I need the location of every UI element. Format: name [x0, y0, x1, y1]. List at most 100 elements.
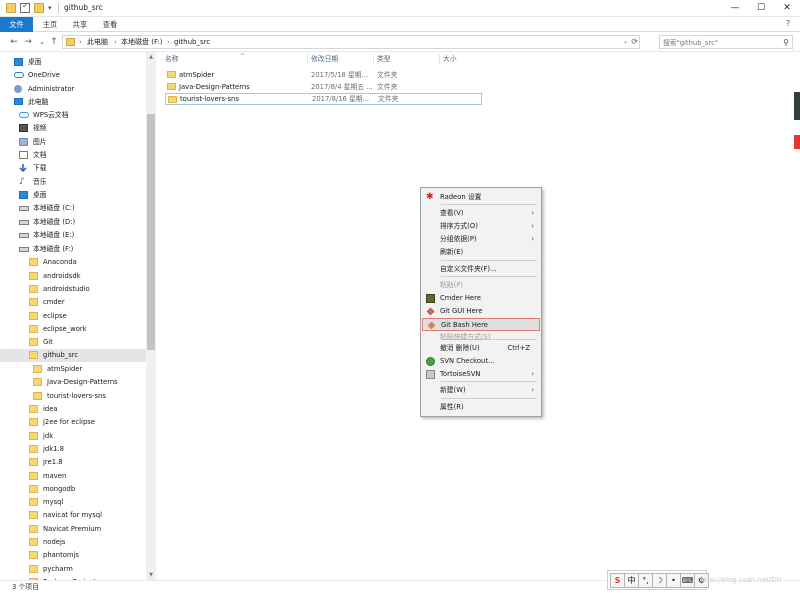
tab-home[interactable]: 主页	[37, 17, 63, 32]
tab-share[interactable]: 共享	[67, 17, 93, 32]
sidebar-item[interactable]: 桌面	[0, 56, 146, 69]
sidebar-item[interactable]: idea	[0, 403, 146, 416]
column-divider[interactable]	[307, 54, 308, 65]
sidebar-item[interactable]: jdk1.8	[0, 443, 146, 456]
sidebar-item[interactable]: Git	[0, 336, 146, 349]
refresh-icon[interactable]: ⟳	[631, 36, 638, 48]
sidebar-item[interactable]: 图片	[0, 136, 146, 149]
address-dropdown-icon[interactable]: ⌄	[623, 36, 628, 48]
sidebar-item[interactable]: 视频	[0, 122, 146, 135]
column-divider[interactable]	[373, 54, 374, 65]
sidebar-item[interactable]: atmSpider	[0, 363, 146, 376]
sidebar-item[interactable]: jdk	[0, 430, 146, 443]
sidebar-item[interactable]: tourist-lovers-sns	[0, 390, 146, 403]
sidebar-item[interactable]: Anaconda	[0, 256, 146, 269]
sidebar-item[interactable]: mysql	[0, 496, 146, 509]
sidebar-item[interactable]: 本地磁盘 (F:)	[0, 243, 146, 256]
forward-button[interactable]: →	[22, 35, 34, 49]
navigation-scrollbar[interactable]: ▲ ▼	[146, 52, 156, 580]
breadcrumb-github-src[interactable]: github_src	[174, 37, 210, 48]
address-bar[interactable]: › 此电脑 › 本地磁盘 (F:) › github_src ⌄ ⟳	[62, 35, 640, 49]
breadcrumb-separator[interactable]: ›	[114, 37, 117, 48]
new-folder-icon[interactable]	[34, 3, 44, 13]
search-box[interactable]: ⚲	[659, 35, 793, 49]
scroll-up-arrow[interactable]: ▲	[146, 53, 156, 61]
sidebar-item[interactable]: cmder	[0, 296, 146, 309]
menu-item[interactable]: 属性(R)	[422, 401, 540, 414]
file-row[interactable]: tourist-lovers-sns 2017/8/16 星期... 文件夹	[165, 93, 482, 105]
sidebar-item[interactable]: androidstudio	[0, 283, 146, 296]
sidebar-item[interactable]: Administrator	[0, 83, 146, 96]
menu-item[interactable]: 新建(W) ›	[422, 384, 540, 397]
menu-item[interactable]: 排序方式(O) ›	[422, 220, 540, 233]
sidebar-item[interactable]: maven	[0, 470, 146, 483]
column-header-size[interactable]: 大小	[443, 54, 487, 65]
tab-view[interactable]: 查看	[97, 17, 123, 32]
menu-item[interactable]: Cmder Here	[422, 292, 540, 305]
sidebar-item[interactable]: 此电脑	[0, 96, 146, 109]
menu-item[interactable]: 分组依据(P) ›	[422, 233, 540, 246]
chinese-mode-icon[interactable]: 中	[624, 573, 639, 588]
folder-icon[interactable]	[6, 3, 16, 13]
sogou-icon[interactable]: S	[610, 573, 625, 588]
breadcrumb-drive-f[interactable]: 本地磁盘 (F:)	[121, 37, 163, 48]
sidebar-item[interactable]: WPS云文档	[0, 109, 146, 122]
sidebar-item[interactable]: 桌面	[0, 189, 146, 202]
maximize-button[interactable]: ☐	[748, 0, 774, 17]
sidebar-item[interactable]: mongodb	[0, 483, 146, 496]
navigation-pane[interactable]: 桌面 OneDrive Administrator 此电脑 WPS云文档 视频 图片 文档 下载…	[0, 52, 156, 580]
menu-item[interactable]: ✱ Radeon 设置	[422, 191, 540, 204]
sidebar-item[interactable]: 本地磁盘 (D:)	[0, 216, 146, 229]
keyboard-icon[interactable]: ⌨	[680, 573, 695, 588]
help-icon[interactable]: ?	[782, 18, 794, 30]
customize-toolbar-caret[interactable]: ▾	[48, 3, 54, 13]
menu-item[interactable]: SVN Checkout...	[422, 355, 540, 368]
column-header-date[interactable]: 修改日期	[311, 54, 375, 65]
sidebar-item[interactable]: nodejs	[0, 536, 146, 549]
sidebar-item[interactable]: ♪ 音乐	[0, 176, 146, 189]
menu-item[interactable]: Git GUI Here	[422, 305, 540, 318]
sidebar-item[interactable]: eclipse	[0, 310, 146, 323]
sidebar-item[interactable]: 文档	[0, 149, 146, 162]
column-divider[interactable]	[439, 54, 440, 65]
punctuation-icon[interactable]: °,	[638, 573, 653, 588]
breadcrumb-this-pc[interactable]: 此电脑	[87, 37, 108, 48]
sidebar-item[interactable]: 下载	[0, 162, 146, 175]
sidebar-item[interactable]: 本地磁盘 (E:)	[0, 229, 146, 242]
back-button[interactable]: ←	[8, 35, 20, 49]
file-row[interactable]: atmSpider 2017/5/18 星期... 文件夹	[165, 69, 482, 81]
scroll-down-arrow[interactable]: ▼	[146, 571, 156, 579]
moon-icon[interactable]: ☽	[652, 573, 667, 588]
file-row[interactable]: Java-Design-Patterns 2017/8/4 星期五 ... 文件…	[165, 81, 482, 93]
menu-item[interactable]: 撤消 删除(U) Ctrl+Z	[422, 342, 540, 355]
sidebar-item[interactable]: github_src	[0, 349, 146, 362]
menu-item[interactable]: 自定义文件夹(F)...	[422, 263, 540, 276]
tab-file[interactable]: 文件	[0, 17, 33, 32]
sidebar-item[interactable]: Java-Design-Patterns	[0, 376, 146, 389]
sidebar-item[interactable]: pycharm	[0, 563, 146, 576]
sidebar-item[interactable]: navicat for mysql	[0, 509, 146, 522]
sidebar-item[interactable]: androidsdk	[0, 270, 146, 283]
close-button[interactable]: ✕	[774, 0, 800, 17]
column-header-type[interactable]: 类型	[377, 54, 439, 65]
sidebar-item[interactable]: j2ee for eclipse	[0, 416, 146, 429]
properties-icon[interactable]	[20, 1, 30, 13]
title-bar[interactable]: ▾ github_src — ☐ ✕	[0, 0, 800, 17]
search-icon[interactable]: ⚲	[783, 37, 789, 48]
breadcrumb-separator[interactable]: ›	[167, 37, 170, 48]
minimize-button[interactable]: —	[722, 0, 748, 17]
sidebar-item[interactable]: OneDrive	[0, 69, 146, 82]
sidebar-item[interactable]: 本地磁盘 (C:)	[0, 202, 146, 215]
up-button[interactable]: ↑	[48, 35, 60, 49]
menu-item[interactable]: Git Bash Here	[422, 318, 540, 331]
dot-icon[interactable]: •	[666, 573, 681, 588]
scroll-thumb[interactable]	[147, 114, 155, 350]
breadcrumb-separator[interactable]: ›	[79, 37, 82, 48]
recent-locations-button[interactable]: ⌄	[36, 35, 48, 49]
sidebar-item[interactable]: eclipse_work	[0, 323, 146, 336]
sidebar-item[interactable]: Navicat Premium	[0, 523, 146, 536]
sidebar-item[interactable]: jre1.8	[0, 456, 146, 469]
menu-item[interactable]: 刷新(E)	[422, 246, 540, 259]
menu-item[interactable]: 查看(V) ›	[422, 207, 540, 220]
search-input[interactable]	[663, 37, 781, 48]
